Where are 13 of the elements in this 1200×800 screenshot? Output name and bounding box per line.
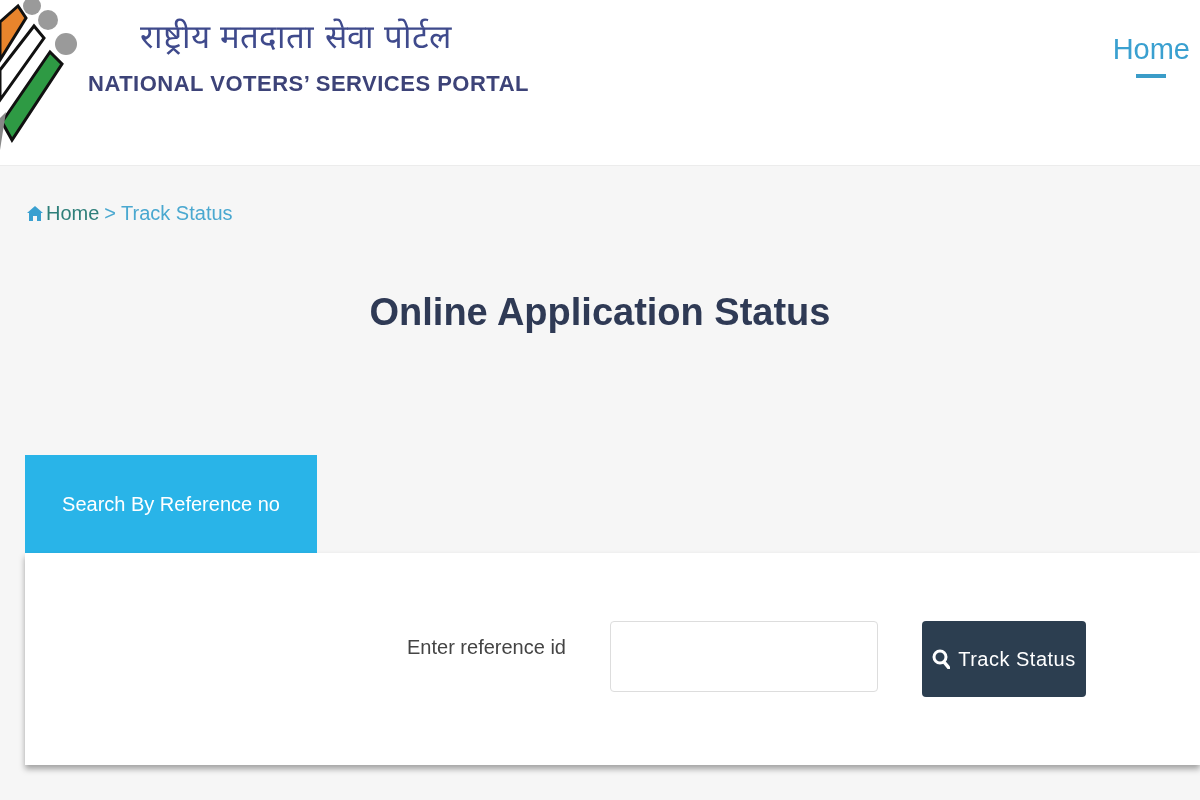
portal-title-english: NATIONAL VOTERS’ SERVICES PORTAL (88, 70, 529, 98)
track-status-button[interactable]: Track Status (922, 621, 1086, 697)
search-icon (932, 649, 951, 669)
home-icon (27, 205, 43, 221)
breadcrumb-separator: > (104, 201, 117, 226)
page-title: Online Application Status (369, 290, 831, 335)
breadcrumb-current: Track Status (121, 201, 233, 226)
reference-id-label: Enter reference id (407, 635, 566, 660)
breadcrumb-home-link[interactable]: Home (27, 200, 100, 226)
portal-title-hindi: राष्ट्रीय मतदाता सेवा पोर्टल (140, 16, 452, 58)
search-tab[interactable]: Search By Reference no (25, 455, 317, 553)
reference-id-field[interactable] (610, 621, 878, 692)
nav-link[interactable]: Home (1112, 30, 1190, 78)
